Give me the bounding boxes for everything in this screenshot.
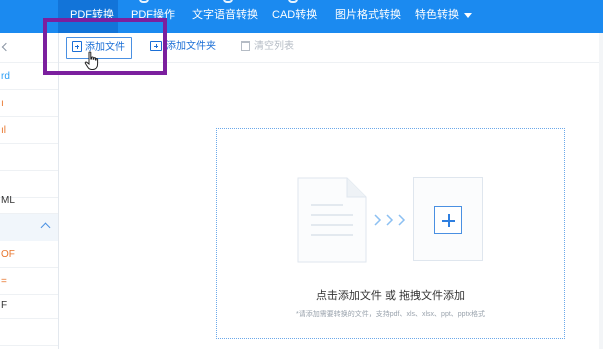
tab-image-format-convert-label: 图片格式转换 — [335, 9, 401, 21]
file-drop-zone[interactable]: 点击添加文件 或 拖拽文件添加 *请添加需要转换的文件，支持pdf、xls、xl… — [216, 128, 565, 339]
chevron-down-icon — [464, 12, 472, 18]
tab-special-convert[interactable]: 特色转换 — [415, 0, 472, 33]
tab-pdf-operate[interactable]: PDF操作 — [131, 0, 175, 33]
add-target-box[interactable] — [413, 177, 483, 261]
sidebar-item[interactable]: ıl — [0, 117, 58, 144]
sidebar: rd ı ıl ML OF = F — [0, 33, 59, 349]
sidebar-collapse-button[interactable] — [0, 33, 58, 63]
tab-text-voice-convert-label: 文字语音转换 — [192, 9, 258, 21]
tab-special-convert-label: 特色转换 — [415, 9, 459, 21]
add-file-icon — [72, 41, 82, 52]
tab-text-voice-convert[interactable]: 文字语音转换 — [192, 0, 258, 33]
sidebar-item[interactable]: rd — [0, 63, 58, 90]
arrows-icon — [374, 214, 406, 226]
sidebar-item-label: rd — [1, 71, 10, 82]
sidebar-item[interactable]: = — [0, 268, 58, 295]
sidebar-group-header[interactable] — [0, 214, 58, 241]
sidebar-item-label: ı — [1, 98, 4, 109]
add-folder-icon — [150, 41, 162, 51]
tab-pdf-operate-label: PDF操作 — [131, 9, 175, 21]
sidebar-item[interactable]: F — [0, 292, 58, 319]
tab-image-format-convert[interactable]: 图片格式转换 — [335, 0, 401, 33]
sidebar-item[interactable] — [0, 319, 58, 346]
sidebar-item-label: ML — [1, 195, 15, 206]
sidebar-item[interactable]: ML — [0, 187, 58, 214]
top-nav-bar: PDF转换 PDF操作 文字语音转换 CAD转换 图片格式转换 特色转换 — [0, 0, 603, 33]
tab-cad-convert-label: CAD转换 — [272, 9, 318, 21]
sidebar-item-label: ıl — [1, 125, 6, 136]
sidebar-item-label: = — [1, 276, 7, 287]
chevron-up-icon — [40, 222, 51, 233]
clear-list-label: 清空列表 — [254, 41, 294, 52]
clear-list-button[interactable]: 清空列表 — [241, 37, 294, 59]
sidebar-item-label: F — [1, 300, 8, 311]
sidebar-item[interactable]: ı — [0, 90, 58, 117]
tab-pdf-convert-label: PDF转换 — [70, 9, 114, 21]
hand-cursor-icon — [84, 51, 99, 70]
tab-pdf-convert[interactable]: PDF转换 — [58, 0, 118, 33]
drop-zone-hint: *请添加需要转换的文件，支持pdf、xls、xlsx、ppt、pptx格式 — [295, 311, 486, 318]
sidebar-item-label: OF — [1, 249, 15, 260]
document-icon — [297, 177, 367, 263]
sidebar-item[interactable]: OF — [0, 241, 58, 268]
trash-icon — [241, 41, 250, 51]
sidebar-item[interactable] — [0, 144, 58, 171]
drop-zone-title: 点击添加文件 或 拖拽文件添加 — [315, 290, 466, 302]
file-toolbar: 添加文件 添加文件夹 清空列表 — [59, 33, 603, 63]
chevron-left-icon — [1, 42, 11, 52]
tab-cad-convert[interactable]: CAD转换 — [272, 0, 317, 33]
add-folder-label: 添加文件夹 — [166, 41, 216, 52]
add-folder-button[interactable]: 添加文件夹 — [150, 37, 216, 59]
scroll-edge — [599, 33, 603, 349]
plus-icon — [434, 206, 462, 234]
